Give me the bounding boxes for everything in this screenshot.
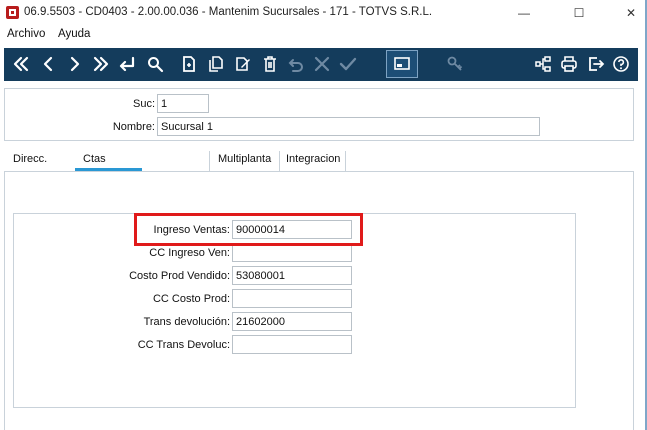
confirm-icon xyxy=(337,51,359,77)
new-record-icon[interactable] xyxy=(178,51,200,77)
delete-icon[interactable] xyxy=(259,51,281,77)
tab-direcc[interactable]: Direcc. xyxy=(13,153,47,165)
suc-field[interactable] xyxy=(157,94,209,113)
cc-trans-devoluc-field[interactable] xyxy=(232,335,352,354)
nombre-label: Nombre: xyxy=(112,121,155,133)
costo-prod-vendido-label: Costo Prod Vendido: xyxy=(129,270,230,282)
nombre-field[interactable] xyxy=(157,117,540,136)
cc-costo-prod-label: CC Costo Prod: xyxy=(152,293,230,305)
menu-bar: Archivo Ayuda xyxy=(0,26,647,46)
tab-divider xyxy=(279,151,280,171)
minimize-button[interactable]: — xyxy=(511,3,537,23)
last-record-icon[interactable] xyxy=(90,51,112,77)
tab-integracion[interactable]: Integracion xyxy=(286,153,340,165)
cc-costo-prod-field[interactable] xyxy=(232,289,352,308)
first-record-icon[interactable] xyxy=(10,51,32,77)
screen-icon[interactable] xyxy=(391,51,413,77)
window-title: 06.9.5503 - CD0403 - 2.00.00.036 - Mante… xyxy=(24,6,433,18)
app-icon xyxy=(6,6,19,19)
tab-divider xyxy=(345,151,346,171)
close-button[interactable]: ✕ xyxy=(618,3,644,23)
costo-prod-vendido-field[interactable] xyxy=(232,266,352,285)
cc-trans-devoluc-label: CC Trans Devoluc: xyxy=(137,339,230,351)
tab-ctas[interactable]: Ctas xyxy=(83,153,106,165)
print-icon[interactable] xyxy=(558,51,580,77)
maximize-button[interactable]: ☐ xyxy=(566,3,592,23)
exit-icon[interactable] xyxy=(585,51,607,77)
structure-icon[interactable] xyxy=(532,51,554,77)
menu-ayuda[interactable]: Ayuda xyxy=(58,28,90,40)
previous-record-icon[interactable] xyxy=(37,51,59,77)
copy-record-icon[interactable] xyxy=(205,51,227,77)
next-record-icon[interactable] xyxy=(64,51,86,77)
key-icon xyxy=(444,51,466,77)
toolbar xyxy=(4,48,638,81)
cc-ingreso-ven-label: CC Ingreso Ven: xyxy=(149,247,230,259)
tab-multiplanta[interactable]: Multiplanta xyxy=(218,153,271,165)
edit-record-icon[interactable] xyxy=(232,51,254,77)
trans-devolucion-label: Trans devolución: xyxy=(143,316,230,328)
cancel-icon xyxy=(311,51,333,77)
help-icon[interactable] xyxy=(610,51,632,77)
trans-devolucion-field[interactable] xyxy=(232,312,352,331)
title-bar: 06.9.5503 - CD0403 - 2.00.00.036 - Mante… xyxy=(0,0,647,26)
menu-archivo[interactable]: Archivo xyxy=(7,28,45,40)
highlight-annotation xyxy=(134,213,363,246)
tab-divider xyxy=(209,151,210,171)
return-icon[interactable] xyxy=(116,51,138,77)
search-icon[interactable] xyxy=(144,51,166,77)
suc-label: Suc: xyxy=(132,98,155,110)
undo-icon xyxy=(285,51,307,77)
